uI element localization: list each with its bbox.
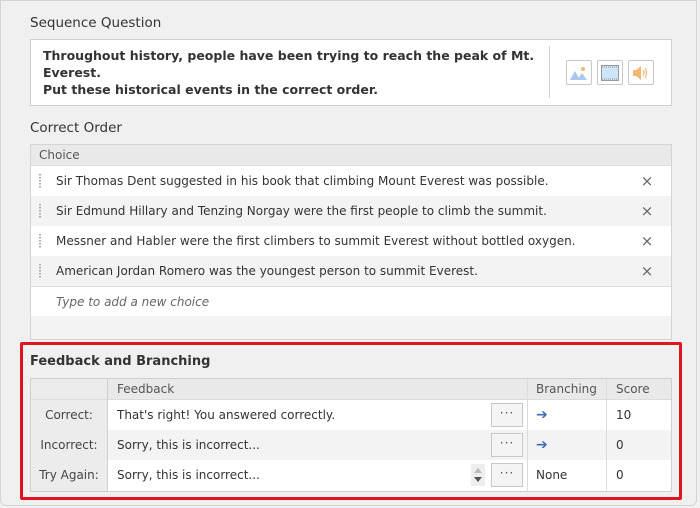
feedback-row-correct: Correct: That's right! You answered corr… [31,400,671,430]
feedback-more-button[interactable]: ··· [491,403,523,427]
branch-arrow-icon[interactable]: ➔ [536,407,548,423]
feedback-cell[interactable]: Sorry, this is incorrect... ··· [108,460,528,491]
choice-row[interactable]: Sir Edmund Hillary and Tenzing Norgay we… [31,196,671,226]
branching-cell[interactable]: ➔ [528,430,607,460]
feedback-row-incorrect: Incorrect: Sorry, this is incorrect... ·… [31,430,671,460]
question-line-1: Throughout history, people have been try… [43,48,535,80]
correct-order-title: Correct Order [30,120,122,136]
spinner-down-icon[interactable] [474,477,482,482]
choice-text[interactable]: Messner and Habler were the first climbe… [56,226,576,256]
sequence-question-title: Sequence Question [30,15,162,31]
drag-handle-icon[interactable] [39,234,41,248]
new-choice-input[interactable] [56,287,671,317]
remove-choice-button[interactable]: × [639,166,655,196]
add-image-button[interactable] [566,60,592,85]
feedback-more-button[interactable]: ··· [491,463,523,487]
feedback-row-try-again: Try Again: Sorry, this is incorrect... ·… [31,460,671,491]
feedback-text[interactable]: That's right! You answered correctly. [117,408,335,422]
row-label: Try Again: [31,460,108,491]
attempts-spinner[interactable] [471,464,485,486]
question-text[interactable]: Throughout history, people have been try… [43,47,543,98]
score-cell[interactable]: 0 [607,460,671,491]
row-label: Correct: [31,400,108,430]
feedback-cell[interactable]: Sorry, this is incorrect... ··· [108,430,528,460]
header-branching: Branching [528,379,607,399]
remove-choice-button[interactable]: × [639,256,655,286]
sequence-question-panel: Sequence Question Throughout history, pe… [0,0,697,506]
header-label [31,379,108,399]
remove-choice-button[interactable]: × [639,196,655,226]
feedback-cell[interactable]: That's right! You answered correctly. ··… [108,400,528,430]
choice-row[interactable]: Sir Thomas Dent suggested in his book th… [31,166,671,196]
video-icon [601,64,619,81]
feedback-text[interactable]: Sorry, this is incorrect... [117,438,260,452]
choice-text[interactable]: American Jordan Romero was the youngest … [56,256,478,286]
drag-handle-icon[interactable] [39,204,41,218]
choice-text[interactable]: Sir Edmund Hillary and Tenzing Norgay we… [56,196,547,226]
drag-handle-icon[interactable] [39,174,41,188]
feedback-more-button[interactable]: ··· [491,433,523,457]
question-line-2: Put these historical events in the corre… [43,82,378,97]
spinner-up-icon[interactable] [474,468,482,473]
audio-icon [633,65,648,80]
row-label: Incorrect: [31,430,108,460]
choice-row[interactable]: Messner and Habler were the first climbe… [31,226,671,256]
choices-column-header: Choice [31,145,671,166]
score-cell[interactable]: 10 [607,400,671,430]
question-divider [549,46,550,98]
header-feedback: Feedback [108,379,528,399]
add-audio-button[interactable] [628,60,654,85]
choice-text[interactable]: Sir Thomas Dent suggested in his book th… [56,166,549,196]
branch-arrow-icon[interactable]: ➔ [536,437,548,453]
feedback-table: Feedback Branching Score Correct: That's… [30,378,672,492]
image-icon [570,66,587,80]
header-score: Score [616,382,650,396]
branching-cell[interactable]: ➔ [528,400,607,430]
branching-cell[interactable]: None [528,460,607,491]
choices-table: Choice Sir Thomas Dent suggested in his … [30,144,672,340]
choice-row[interactable]: American Jordan Romero was the youngest … [31,256,671,286]
score-cell[interactable]: 0 [607,430,671,460]
question-text-box[interactable]: Throughout history, people have been try… [30,39,672,106]
new-choice-row[interactable] [31,286,671,317]
add-video-button[interactable] [597,60,623,85]
feedback-branching-title: Feedback and Branching [30,354,211,369]
feedback-text[interactable]: Sorry, this is incorrect... [117,468,260,482]
remove-choice-button[interactable]: × [639,226,655,256]
feedback-table-header: Feedback Branching Score [31,379,671,400]
drag-handle-icon[interactable] [39,264,41,278]
